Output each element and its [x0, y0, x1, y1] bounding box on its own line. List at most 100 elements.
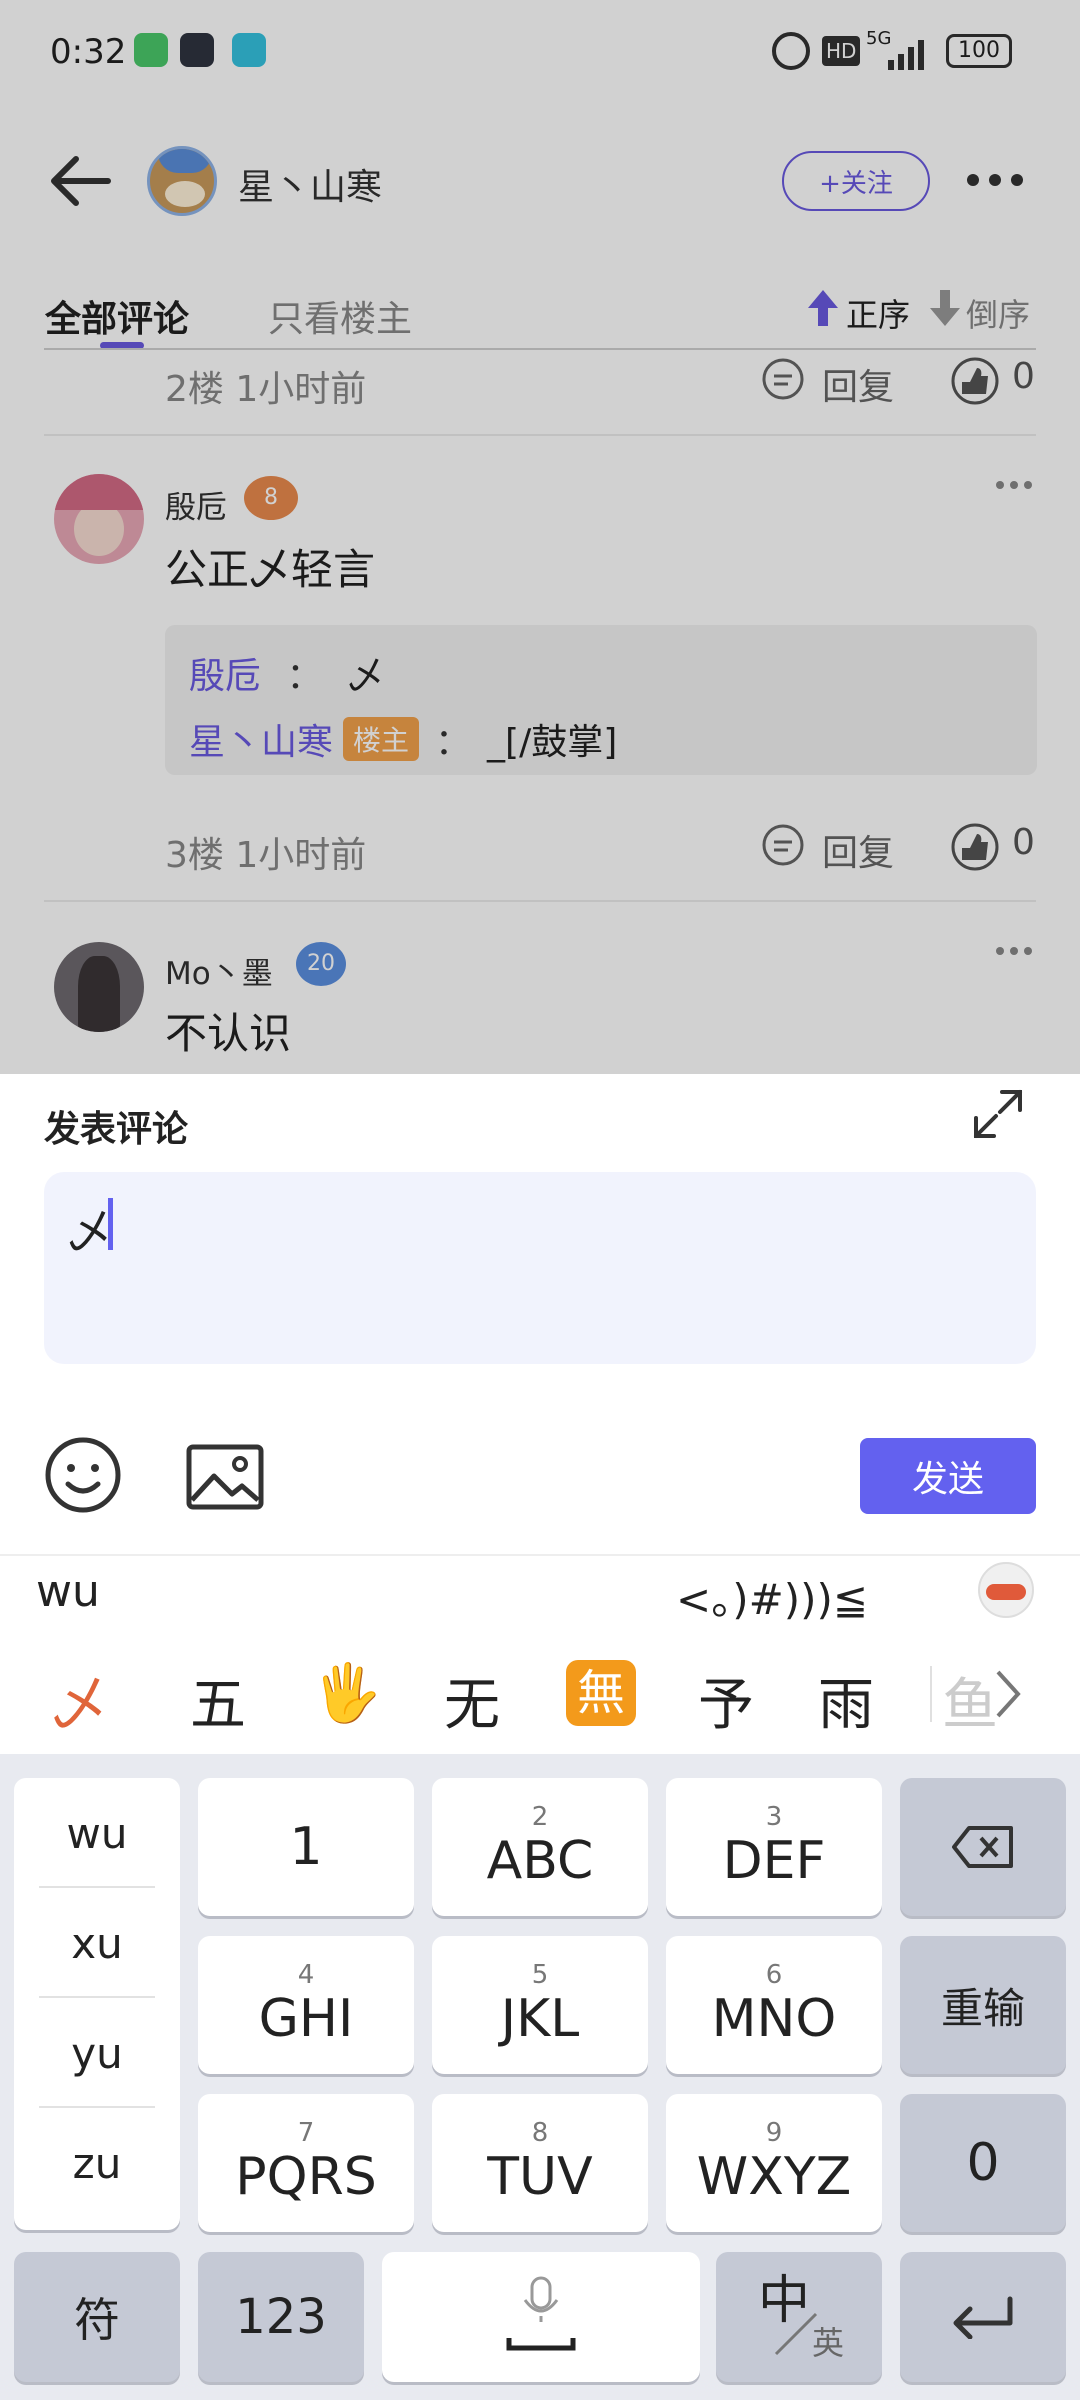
quote-line: 殷卮 ： 乄	[189, 647, 384, 699]
candidate[interactable]: 五	[190, 1660, 246, 1741]
comment-more-icon[interactable]	[996, 480, 1032, 490]
expand-icon[interactable]	[970, 1086, 1026, 1142]
quote-author[interactable]: 殷卮	[189, 656, 261, 697]
commenter-name[interactable]: Mo丶墨	[165, 948, 273, 993]
reinput-key[interactable]: 重输	[900, 1936, 1066, 2074]
number-label: 123	[235, 2289, 327, 2345]
row-divider	[44, 434, 1036, 436]
ime-assistant-icon[interactable]	[978, 1562, 1034, 1618]
quote-text: 乄	[347, 656, 384, 697]
comment-more-icon[interactable]	[996, 946, 1032, 956]
candidate-divider	[930, 1666, 932, 1722]
level-badge: 8	[244, 476, 298, 520]
key-mno[interactable]: 6 MNO	[666, 1936, 882, 2074]
commenter-name[interactable]: 殷卮	[165, 482, 227, 527]
more-icon[interactable]	[965, 172, 1025, 188]
zero-label: 0	[966, 2133, 1000, 2193]
comment-text: 公正乄轻言	[165, 545, 376, 594]
backspace-key[interactable]	[900, 1778, 1066, 1916]
number-key[interactable]: 123	[198, 2252, 364, 2382]
pinyin-option[interactable]: yu	[14, 1998, 180, 2108]
space-key[interactable]	[382, 2252, 700, 2382]
lang-sub-label: 英	[812, 2324, 845, 2362]
reply-icon[interactable]	[760, 822, 806, 868]
comment-input-value: 乄	[68, 1207, 112, 1258]
quote-author[interactable]: 星丶山寒	[189, 713, 333, 765]
key-ghi[interactable]: 4 GHI	[198, 1936, 414, 2074]
key-jkl[interactable]: 5 JKL	[432, 1936, 648, 2074]
sort-desc[interactable]: 倒序	[966, 290, 1030, 336]
app-notification-icon	[134, 33, 168, 67]
like-count: 0	[1012, 822, 1035, 863]
key-wxyz[interactable]: 9 WXYZ	[666, 2094, 882, 2232]
compose-title: 发表评论	[44, 1109, 189, 1150]
comment-input[interactable]: 乄	[44, 1172, 1036, 1364]
quoted-replies[interactable]: 殷卮 ： 乄 星丶山寒 楼主 ： _[/鼓掌]	[165, 625, 1037, 775]
back-arrow-icon[interactable]	[48, 156, 114, 206]
key-tuv[interactable]: 8 TUV	[432, 2094, 648, 2232]
commenter-avatar[interactable]	[54, 942, 144, 1032]
comment-tabs: 全部评论 只看楼主 正序 倒序	[0, 270, 1080, 350]
reply-button[interactable]: 回复	[822, 824, 894, 876]
tabs-divider	[44, 348, 1036, 350]
like-icon[interactable]	[950, 822, 1000, 872]
candidate[interactable]: 无	[444, 1660, 500, 1741]
image-icon[interactable]	[186, 1444, 264, 1510]
candidate-emoji[interactable]: 無	[566, 1660, 636, 1726]
quote-line: 星丶山寒 楼主 ： _[/鼓掌]	[189, 713, 617, 765]
quote-separator: ：	[286, 656, 323, 697]
hd-icon: HD	[822, 36, 861, 66]
reply-button[interactable]: 回复	[822, 358, 894, 410]
sort-asc-arrow-icon	[808, 290, 838, 326]
backspace-icon	[952, 1826, 1013, 1868]
symbol-key[interactable]: 符	[14, 2252, 180, 2382]
status-time: 0:32	[50, 32, 127, 72]
text-cursor	[108, 1198, 113, 1250]
quote-text: _[/鼓掌]	[487, 722, 618, 763]
key-pqrs[interactable]: 7 PQRS	[198, 2094, 414, 2232]
follow-button[interactable]: +关注	[782, 151, 930, 211]
like-icon[interactable]	[950, 356, 1000, 406]
candidate[interactable]: 乄	[52, 1660, 108, 1741]
language-switch-key[interactable]: 中 英	[716, 2252, 882, 2382]
key-abc[interactable]: 2 ABC	[432, 1778, 648, 1916]
floor-meta: 2楼 1小时前	[165, 369, 367, 410]
emoji-icon[interactable]	[44, 1436, 122, 1514]
chevron-right-icon[interactable]	[992, 1668, 1024, 1720]
key-def[interactable]: 3 DEF	[666, 1778, 882, 1916]
sort-asc[interactable]: 正序	[846, 290, 910, 336]
op-badge: 楼主	[343, 717, 420, 761]
commenter-avatar[interactable]	[54, 474, 144, 564]
key-1[interactable]: 1	[198, 1778, 414, 1916]
alarm-icon	[772, 32, 810, 70]
candidate[interactable]: 鱼	[942, 1660, 998, 1741]
sort-desc-arrow-icon	[930, 290, 960, 326]
microphone-icon	[506, 2276, 576, 2351]
ime-emoticon[interactable]: <。)#)))≦	[676, 1566, 868, 1627]
key-zero[interactable]: 0	[900, 2094, 1066, 2232]
tab-op-only[interactable]: 只看楼主	[268, 290, 412, 342]
enter-icon	[953, 2296, 1013, 2339]
battery-icon: 100	[946, 34, 1012, 68]
reply-icon[interactable]	[760, 356, 806, 402]
signal-icon	[888, 40, 924, 70]
send-button[interactable]: 发送	[860, 1438, 1036, 1514]
candidate-emoji[interactable]: 🖐	[312, 1660, 382, 1726]
game-notification-icon	[180, 33, 214, 67]
ime-top	[0, 1554, 1080, 1754]
author-name[interactable]: 星丶山寒	[238, 158, 382, 210]
candidate[interactable]: 予	[698, 1660, 754, 1741]
tab-all-comments[interactable]: 全部评论	[45, 290, 189, 342]
status-bar: 0:32 HD 5G 100	[0, 0, 1080, 100]
author-avatar[interactable]	[147, 146, 217, 216]
ime-pinyin: wu	[36, 1566, 100, 1617]
message-notification-icon	[232, 33, 266, 67]
comment-text: 不认识	[165, 1009, 292, 1058]
candidate[interactable]: 雨	[818, 1660, 874, 1741]
like-count: 0	[1012, 356, 1035, 397]
pinyin-option[interactable]: wu	[14, 1778, 180, 1888]
level-badge: 20	[296, 942, 346, 986]
pinyin-option[interactable]: zu	[14, 2108, 180, 2218]
enter-key[interactable]	[900, 2252, 1066, 2382]
pinyin-option[interactable]: xu	[14, 1888, 180, 1998]
